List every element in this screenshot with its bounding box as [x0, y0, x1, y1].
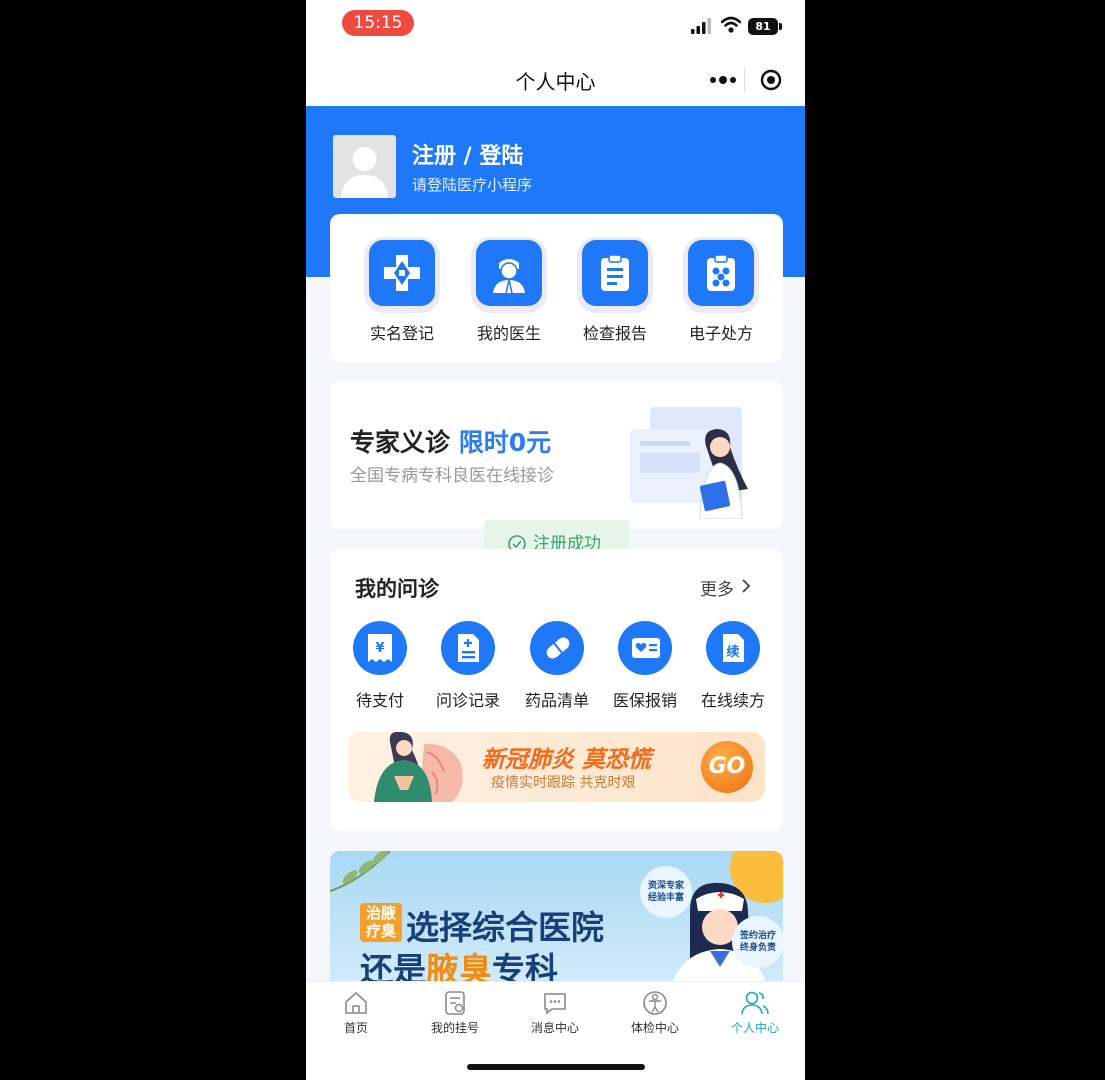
badge-line: 签约治疗 [739, 931, 776, 941]
battery-tip [779, 23, 782, 30]
doctor-icon [476, 240, 542, 306]
quick-action-label: 我的医生 [476, 324, 541, 343]
tab-checkup[interactable]: 体检中心 [615, 990, 695, 1036]
record-icon [441, 621, 495, 675]
expert-badge: 资深专家 经验丰富 [640, 866, 692, 918]
consult-item-insurance[interactable]: 医保报销 [605, 621, 685, 711]
cellular-signal-icon [691, 18, 711, 34]
consult-item-pending-payment[interactable]: ¥ 待支付 [340, 621, 420, 711]
svg-text:¥: ¥ [375, 641, 384, 656]
login-title[interactable]: 注册 / 登陆 [412, 138, 523, 170]
consult-item-label: 在线续方 [700, 691, 765, 710]
hospital-ad-banner[interactable]: 资深专家 经验丰富 签约治疗 终身负责 治腋 疗臭 选择综合医院 还是腋臭专科 [330, 851, 783, 991]
avatar[interactable] [333, 135, 396, 198]
expert-consultation-promo[interactable]: 专家义诊 限时0元 全国专病专科良医在线接诊 [330, 381, 783, 529]
tab-messages[interactable]: 消息中心 [515, 990, 595, 1036]
medical-cross-icon [369, 240, 435, 306]
quick-actions-card: 实名登记 我的医生 检查报告 电子处方 [330, 214, 783, 362]
renew-icon: 续 [706, 621, 760, 675]
ad-headline-1: 选择综合医院 [406, 908, 604, 947]
badge-line: 终身负责 [739, 943, 776, 953]
wifi-icon [721, 16, 741, 33]
promo-title-text: 专家义诊 [350, 428, 451, 457]
consult-item-medicine-list[interactable]: 药品清单 [517, 621, 597, 711]
tab-label: 个人中心 [730, 1021, 779, 1035]
battery-indicator: 81 [748, 18, 778, 35]
chevron-right-icon[interactable] [740, 577, 752, 595]
ad-tag-line: 疗臭 [365, 922, 396, 940]
message-icon [544, 993, 566, 1015]
my-consultations-card: 我的问诊 更多 ¥ 待支付 问诊记录 药品清单 医保报销 续 在线续方 新冠肺炎… [330, 549, 783, 831]
covid-subtitle: 疫情实时跟踪 共克时艰 [491, 775, 636, 791]
status-bar: 15:15 81 [306, 0, 805, 50]
capsule-divider [744, 68, 745, 92]
tab-label: 消息中心 [530, 1021, 579, 1035]
registration-icon [445, 991, 465, 1015]
user-icon [741, 991, 769, 1015]
home-indicator[interactable] [467, 1064, 645, 1070]
promo-subtitle: 全国专病专科良医在线接诊 [350, 466, 554, 486]
ad-tag: 治腋 疗臭 [360, 903, 402, 942]
home-icon [345, 991, 367, 1014]
badge-line: 经验丰富 [647, 893, 684, 903]
ad-tag-line: 治腋 [365, 904, 396, 922]
clipboard-icon [582, 240, 648, 306]
covid-illustration-icon [374, 732, 463, 802]
section-title: 我的问诊 [355, 577, 439, 601]
quick-action-my-doctor[interactable]: 我的医生 [467, 240, 551, 344]
consult-item-label: 医保报销 [612, 691, 677, 710]
badge-line: 资深专家 [647, 881, 684, 891]
insurance-card-icon [618, 621, 672, 675]
quick-action-report[interactable]: 检查报告 [573, 240, 657, 344]
default-avatar-icon [341, 147, 388, 198]
consult-item-label: 问诊记录 [435, 691, 500, 710]
promo-title: 专家义诊 限时0元 [350, 423, 551, 459]
tab-label: 体检中心 [630, 1021, 679, 1035]
more-link[interactable]: 更多 [700, 575, 734, 600]
close-target-icon[interactable] [760, 69, 782, 91]
prescription-icon [688, 240, 754, 306]
covid-title: 新冠肺炎 莫恐慌 [482, 747, 652, 773]
tab-home[interactable]: 首页 [316, 990, 396, 1036]
quick-action-real-name[interactable]: 实名登记 [360, 240, 444, 344]
tab-label: 我的挂号 [430, 1021, 479, 1035]
consult-item-records[interactable]: 问诊记录 [428, 621, 508, 711]
login-subtitle: 请登陆医疗小程序 [412, 176, 533, 194]
quick-action-label: 检查报告 [582, 324, 647, 343]
leaf-decoration-icon [330, 851, 391, 892]
tab-personal-center[interactable]: 个人中心 [715, 990, 795, 1036]
consult-item-label: 药品清单 [524, 691, 589, 710]
payment-icon: ¥ [353, 621, 407, 675]
consult-item-renew[interactable]: 续 在线续方 [693, 621, 773, 711]
status-time: 15:15 [342, 10, 414, 36]
more-dots-icon[interactable] [708, 72, 738, 88]
promo-highlight: 限时0元 [458, 428, 552, 457]
quick-action-prescription[interactable]: 电子处方 [679, 240, 763, 344]
tab-my-registration[interactable]: 我的挂号 [415, 990, 495, 1036]
covid-banner[interactable]: 新冠肺炎 莫恐慌 疫情实时跟踪 共克时艰 GO [348, 732, 765, 802]
doctor-illustration-icon [630, 407, 748, 519]
consult-item-label: 待支付 [355, 691, 404, 710]
go-button[interactable]: GO [701, 741, 753, 793]
treatment-badge: 签约治疗 终身负责 [732, 916, 783, 968]
quick-action-label: 电子处方 [688, 324, 753, 343]
phone-screen: 15:15 81 个人中心 注册 / 登陆 请登陆医疗小程序 实名登记 我的医生… [306, 0, 805, 1080]
tab-label: 首页 [343, 1021, 368, 1035]
checkup-icon [643, 991, 667, 1015]
pill-icon [530, 621, 584, 675]
svg-text:续: 续 [726, 644, 739, 660]
quick-action-label: 实名登记 [369, 324, 434, 343]
navigation-bar: 个人中心 [306, 50, 805, 106]
mini-program-capsule [694, 64, 794, 96]
